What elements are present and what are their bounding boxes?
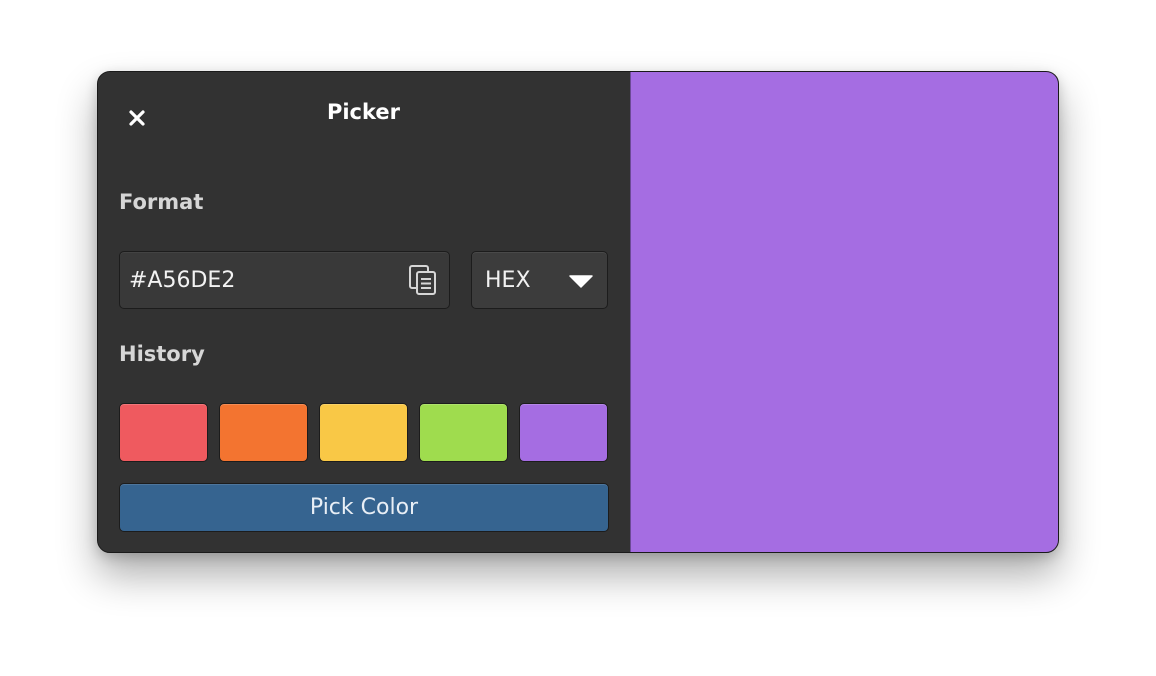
picker-window: Picker Format HEX History [97, 71, 1059, 553]
history-label: History [119, 342, 205, 366]
history-swatch-3[interactable] [319, 403, 408, 462]
history-swatch-1[interactable] [119, 403, 208, 462]
color-preview [630, 72, 1058, 552]
format-dropdown-value: HEX [485, 268, 531, 293]
history-swatch-4[interactable] [419, 403, 508, 462]
format-dropdown[interactable]: HEX [471, 251, 608, 309]
history-swatch-2[interactable] [219, 403, 308, 462]
controls-pane: Picker Format HEX History [98, 72, 629, 552]
hex-field[interactable] [119, 251, 450, 309]
copy-button[interactable] [406, 263, 440, 297]
window-title: Picker [326, 100, 401, 124]
history-swatch-5[interactable] [519, 403, 608, 462]
chevron-down-icon [569, 275, 593, 288]
hex-input[interactable] [129, 252, 389, 308]
pick-color-button[interactable]: Pick Color [119, 483, 609, 532]
copy-icon [409, 265, 436, 295]
format-label: Format [119, 190, 204, 214]
